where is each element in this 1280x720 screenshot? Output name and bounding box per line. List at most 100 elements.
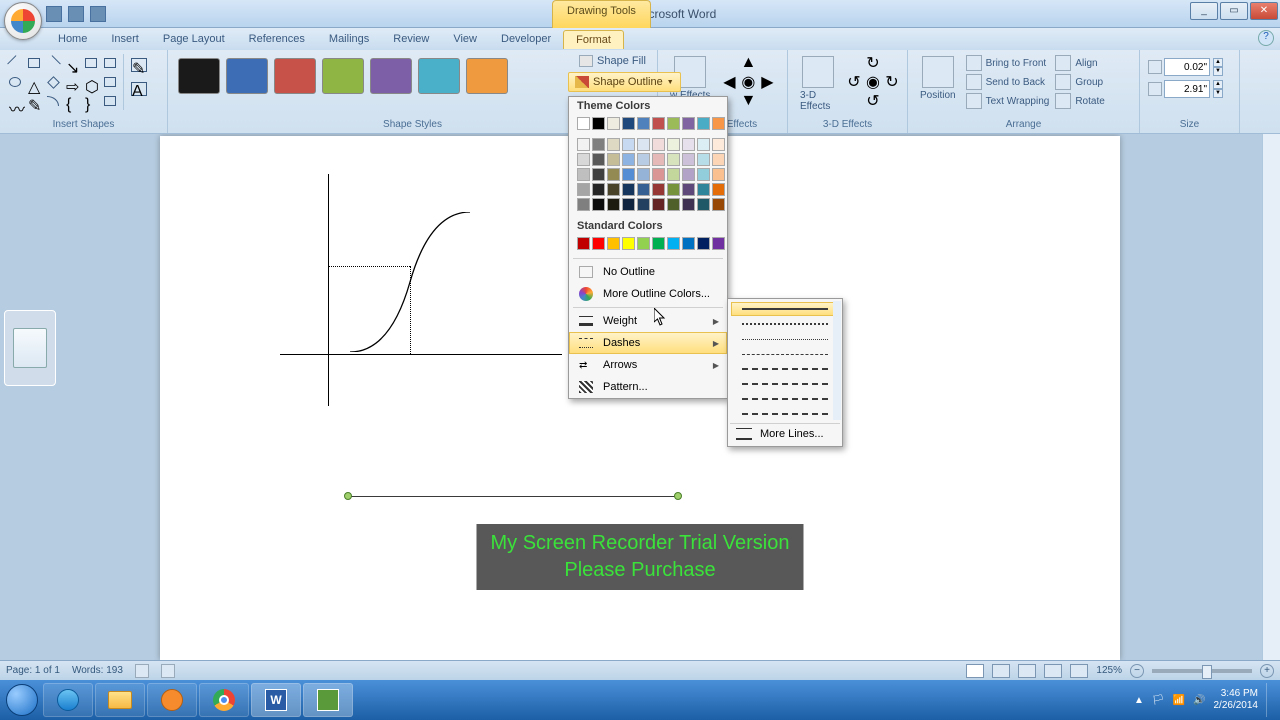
view-draft-icon[interactable] (1070, 664, 1088, 678)
shade-color-1-6[interactable] (667, 153, 680, 166)
theme-color-5[interactable] (652, 117, 665, 130)
shade-color-3-1[interactable] (592, 183, 605, 196)
shape-triangle-icon[interactable]: △ (25, 73, 43, 91)
width-down[interactable]: ▼ (1213, 89, 1223, 98)
tray-clock[interactable]: 3:46 PM 2/26/2014 (1214, 688, 1259, 712)
dash-style-2[interactable] (731, 332, 839, 346)
shade-color-2-5[interactable] (652, 168, 665, 181)
shape-oval-icon[interactable] (6, 73, 24, 91)
shade-color-2-9[interactable] (712, 168, 725, 181)
shade-color-1-8[interactable] (697, 153, 710, 166)
width-input[interactable]: 2.91" (1164, 80, 1210, 98)
standard-color-5[interactable] (652, 237, 665, 250)
bring-to-front-button[interactable]: Bring to Front (964, 54, 1052, 72)
shape-brace-icon[interactable]: { (63, 92, 81, 110)
shade-color-4-3[interactable] (622, 198, 635, 211)
view-web-layout-icon[interactable] (1018, 664, 1036, 678)
tilt-up-icon[interactable]: ↻ (864, 54, 882, 72)
style-swatch-3[interactable] (322, 58, 364, 94)
dash-style-5[interactable] (731, 377, 839, 391)
standard-color-7[interactable] (682, 237, 695, 250)
style-swatch-6[interactable] (466, 58, 508, 94)
shade-color-4-1[interactable] (592, 198, 605, 211)
shade-color-1-9[interactable] (712, 153, 725, 166)
status-macro-icon[interactable] (161, 664, 175, 678)
selection-handle-left[interactable] (344, 492, 352, 500)
help-button[interactable]: ? (1258, 30, 1274, 46)
shade-color-3-8[interactable] (697, 183, 710, 196)
pattern-item[interactable]: Pattern... (569, 376, 727, 398)
tray-network-icon[interactable]: 📶 (1173, 695, 1185, 706)
send-to-back-button[interactable]: Send to Back (964, 73, 1052, 91)
height-down[interactable]: ▼ (1213, 67, 1223, 76)
tab-developer[interactable]: Developer (489, 30, 563, 48)
shade-color-3-0[interactable] (577, 183, 590, 196)
no-outline-item[interactable]: No Outline (569, 261, 727, 283)
taskbar-explorer-icon[interactable] (95, 683, 145, 717)
shade-color-4-4[interactable] (637, 198, 650, 211)
shape-fill-button[interactable]: Shape Fill (579, 55, 646, 67)
shape-brace2-icon[interactable]: } (82, 92, 100, 110)
view-full-screen-icon[interactable] (992, 664, 1010, 678)
shade-color-3-4[interactable] (637, 183, 650, 196)
tab-review[interactable]: Review (381, 30, 441, 48)
align-button[interactable]: Align (1053, 54, 1106, 72)
shade-color-2-0[interactable] (577, 168, 590, 181)
tab-view[interactable]: View (441, 30, 489, 48)
selection-handle-right[interactable] (674, 492, 682, 500)
theme-color-1[interactable] (592, 117, 605, 130)
maximize-button[interactable]: ▭ (1220, 2, 1248, 20)
shape-arrow-icon[interactable]: ↘ (63, 54, 81, 72)
shape-rect2-icon[interactable] (82, 54, 100, 72)
taskbar-ie-icon[interactable] (43, 683, 93, 717)
shade-color-2-4[interactable] (637, 168, 650, 181)
shape-rect-icon[interactable] (25, 54, 43, 72)
style-swatch-1[interactable] (226, 58, 268, 94)
style-swatch-4[interactable] (370, 58, 412, 94)
taskbar-media-icon[interactable] (147, 683, 197, 717)
shape-curve-icon[interactable]: 〰 (6, 92, 24, 110)
shade-color-1-3[interactable] (622, 153, 635, 166)
standard-color-9[interactable] (712, 237, 725, 250)
taskbar-recorder-icon[interactable] (303, 683, 353, 717)
shade-color-4-5[interactable] (652, 198, 665, 211)
shade-color-3-6[interactable] (667, 183, 680, 196)
shade-color-2-6[interactable] (667, 168, 680, 181)
tilt-right-icon[interactable]: ↻ (883, 73, 901, 91)
shade-color-0-7[interactable] (682, 138, 695, 151)
group-button[interactable]: Group (1053, 73, 1106, 91)
dash-style-3[interactable] (731, 347, 839, 361)
qat-save-icon[interactable] (46, 6, 62, 22)
width-up[interactable]: ▲ (1213, 80, 1223, 89)
qat-undo-icon[interactable] (68, 6, 84, 22)
weight-submenu-item[interactable]: Weight▶ (569, 310, 727, 332)
shade-color-0-8[interactable] (697, 138, 710, 151)
shade-color-4-8[interactable] (697, 198, 710, 211)
shade-color-1-4[interactable] (637, 153, 650, 166)
theme-color-6[interactable] (667, 117, 680, 130)
shape-outline-button[interactable]: Shape Outline ▼ (568, 72, 681, 92)
view-print-layout-icon[interactable] (966, 664, 984, 678)
theme-color-4[interactable] (637, 117, 650, 130)
shade-color-0-9[interactable] (712, 138, 725, 151)
shape-hex-icon[interactable]: ⬡ (82, 73, 100, 91)
tab-references[interactable]: References (237, 30, 317, 48)
tilt-center-icon[interactable]: ◉ (864, 73, 882, 91)
arrows-submenu-item[interactable]: ⇄ Arrows▶ (569, 354, 727, 376)
nudge-down-icon[interactable]: ▼ (739, 92, 757, 110)
nudge-right-icon[interactable]: ▶ (758, 73, 776, 91)
standard-color-8[interactable] (697, 237, 710, 250)
tab-insert[interactable]: Insert (99, 30, 151, 48)
shade-color-2-3[interactable] (622, 168, 635, 181)
shade-color-4-9[interactable] (712, 198, 725, 211)
start-button[interactable] (2, 680, 42, 720)
minimize-button[interactable]: _ (1190, 2, 1218, 20)
shape-line2-icon[interactable] (44, 54, 62, 72)
theme-color-0[interactable] (577, 117, 590, 130)
status-proofing-icon[interactable] (135, 664, 149, 678)
text-box-icon[interactable]: A (128, 78, 150, 100)
shade-color-3-5[interactable] (652, 183, 665, 196)
shade-color-2-8[interactable] (697, 168, 710, 181)
selected-line-shape[interactable] (348, 496, 678, 497)
shade-color-1-1[interactable] (592, 153, 605, 166)
